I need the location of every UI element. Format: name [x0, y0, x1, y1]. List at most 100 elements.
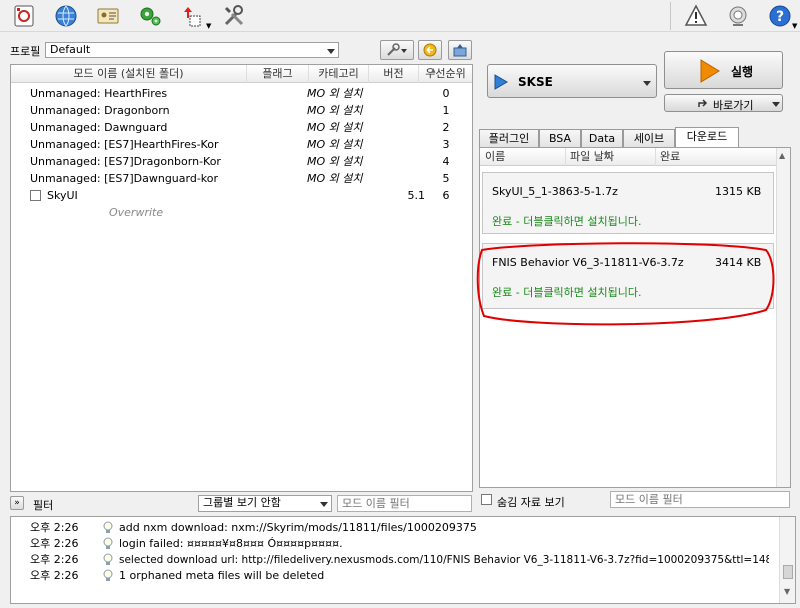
- warning-icon[interactable]: [682, 2, 710, 30]
- download-status: 완료 - 더블클릭하면 설치됩니다.: [492, 215, 642, 228]
- mod-list-header: 모드 이름 (설치된 폴더) 플래그 카테고리 버전 우선순위: [11, 65, 472, 83]
- column-dl-date[interactable]: 파일 날짜: [566, 148, 656, 166]
- svg-text:?: ?: [776, 9, 784, 25]
- chevron-down-icon: [320, 502, 328, 507]
- mod-row[interactable]: Unmanaged: Dragonborn MO 외 설치 1: [11, 102, 471, 119]
- chevron-down-icon: [327, 49, 335, 54]
- profile-value: Default: [50, 43, 91, 56]
- download-size: 1315 KB: [715, 185, 762, 198]
- mod-priority: 1: [442, 104, 450, 117]
- mod-priority: 0: [442, 87, 450, 100]
- mod-name-filter-input[interactable]: [337, 495, 472, 512]
- mod-row[interactable]: Unmanaged: Dawnguard MO 외 설치 2: [11, 119, 471, 136]
- mod-row[interactable]: Unmanaged: [ES7]Dragonborn-Kor MO 외 설치 4: [11, 153, 471, 170]
- mod-enable-checkbox[interactable]: [30, 190, 41, 201]
- profile-select[interactable]: Default: [45, 42, 339, 58]
- log-text: login failed: ¤¤¤¤¤¥¤8¤¤¤ Ó¤¤¤¤p¤¤¤¤.: [119, 537, 343, 550]
- mod-priority: 2: [442, 121, 450, 134]
- mod-row[interactable]: Unmanaged: [ES7]HearthFires-Kor MO 외 설치 …: [11, 136, 471, 153]
- archive-icon: [453, 44, 467, 57]
- undo-button[interactable]: [418, 40, 442, 60]
- undo-icon: [423, 43, 437, 57]
- shortcut-button[interactable]: 바로가기: [664, 94, 783, 112]
- log-text: add nxm download: nxm://Skyrim/mods/1181…: [119, 521, 477, 534]
- executables-icon[interactable]: [178, 2, 206, 30]
- archive-button[interactable]: [448, 40, 472, 60]
- chevron-down-icon: [643, 81, 651, 86]
- mod-priority: 6: [442, 189, 450, 202]
- overwrite-row[interactable]: Overwrite: [11, 204, 471, 221]
- tools-icon[interactable]: [220, 2, 248, 30]
- overwrite-label: Overwrite: [109, 206, 164, 219]
- mod-row[interactable]: Unmanaged: HearthFires MO 외 설치 0: [11, 85, 471, 102]
- tab-bsa[interactable]: BSA: [539, 129, 581, 147]
- column-dl-status[interactable]: 완료: [656, 148, 776, 166]
- run-button[interactable]: 실행: [664, 51, 783, 89]
- show-hidden-checkbox[interactable]: [481, 494, 492, 505]
- tab-downloads[interactable]: 다운로드: [675, 127, 739, 148]
- log-time: 오후 2:26: [30, 553, 79, 566]
- executable-name: SKSE: [518, 75, 553, 89]
- column-category[interactable]: 카테고리: [309, 65, 369, 83]
- log-scroll-thumb[interactable]: [783, 565, 793, 579]
- skse-icon: [494, 74, 508, 90]
- info-bulb-icon: [103, 521, 113, 533]
- mod-row[interactable]: Unmanaged: [ES7]Dawnguard-kor MO 외 설치 5: [11, 170, 471, 187]
- mod-name: Unmanaged: HearthFires: [30, 87, 168, 100]
- group-view-select[interactable]: 그룹별 보기 안함: [198, 495, 332, 512]
- scroll-down-icon[interactable]: ▼: [784, 587, 790, 596]
- mod-category: MO 외 설치: [307, 87, 363, 100]
- log-scrollbar[interactable]: ▼: [779, 517, 795, 603]
- run-label: 실행: [731, 65, 754, 79]
- mod-row[interactable]: SkyUI 5.1 6: [11, 187, 471, 204]
- executable-select[interactable]: SKSE: [487, 64, 657, 98]
- toolbar: ▼ ? ▼: [0, 0, 800, 32]
- help-icon[interactable]: ?: [766, 2, 794, 30]
- help-chevron-icon[interactable]: ▼: [792, 22, 797, 30]
- tools-menu-button[interactable]: [380, 40, 414, 60]
- sort-indicator-icon: ▲: [431, 67, 436, 74]
- info-bulb-icon: [103, 537, 113, 549]
- download-item[interactable]: SkyUI_5_1-3863-5-1.7z 1315 KB 완료 - 더블클릭하…: [482, 172, 774, 234]
- mod-name: Unmanaged: Dawnguard: [30, 121, 168, 134]
- tab-data[interactable]: Data: [581, 129, 623, 147]
- globe-icon[interactable]: [52, 2, 80, 30]
- log-time: 오후 2:26: [30, 521, 79, 534]
- column-mod-name[interactable]: 모드 이름 (설치된 폴더): [11, 65, 247, 83]
- mod-category: MO 외 설치: [307, 155, 363, 168]
- chevron-down-icon[interactable]: ▼: [206, 22, 211, 30]
- shortcut-arrow-icon: [698, 99, 708, 107]
- scroll-up-icon[interactable]: ▲: [779, 151, 785, 160]
- log-time: 오후 2:26: [30, 569, 79, 582]
- mod-name: Unmanaged: [ES7]Dragonborn-Kor: [30, 155, 221, 168]
- tab-plugins[interactable]: 플러그인: [479, 129, 539, 147]
- gears-icon[interactable]: [136, 2, 164, 30]
- column-flags[interactable]: 플래그: [247, 65, 309, 83]
- filter-label: 필터: [33, 499, 54, 512]
- mod-name: Unmanaged: Dragonborn: [30, 104, 170, 117]
- log-entry: 오후 2:26 selected download url: http://fi…: [11, 552, 769, 568]
- show-hidden-label: 숨김 자료 보기: [497, 496, 565, 509]
- expand-label: »: [14, 498, 20, 508]
- expand-button[interactable]: »: [10, 496, 24, 510]
- mod-category: MO 외 설치: [307, 121, 363, 134]
- column-dl-name[interactable]: 이름: [480, 148, 566, 166]
- log-text: 1 orphaned meta files will be deleted: [119, 569, 325, 582]
- id-card-icon[interactable]: [94, 2, 122, 30]
- instance-icon[interactable]: [10, 2, 38, 30]
- mod-name: SkyUI: [47, 189, 78, 202]
- play-icon: [700, 59, 720, 83]
- dl-sort-indicator-icon: ▲: [604, 149, 609, 156]
- tab-saves[interactable]: 세이브: [623, 129, 675, 147]
- info-bulb-icon: [103, 553, 113, 565]
- column-version[interactable]: 버전: [369, 65, 419, 83]
- mod-priority: 4: [442, 155, 450, 168]
- log-time: 오후 2:26: [30, 537, 79, 550]
- update-icon[interactable]: [724, 2, 752, 30]
- downloads-header: 이름 파일 날짜 완료: [480, 148, 776, 166]
- column-priority[interactable]: 우선순위: [419, 65, 472, 83]
- log-panel[interactable]: 오후 2:26 add nxm download: nxm://Skyrim/m…: [10, 516, 796, 604]
- download-filter-input[interactable]: [610, 491, 790, 508]
- mod-list[interactable]: 모드 이름 (설치된 폴더) 플래그 카테고리 버전 우선순위 ▲ Unmana…: [10, 64, 473, 492]
- info-bulb-icon: [103, 569, 113, 581]
